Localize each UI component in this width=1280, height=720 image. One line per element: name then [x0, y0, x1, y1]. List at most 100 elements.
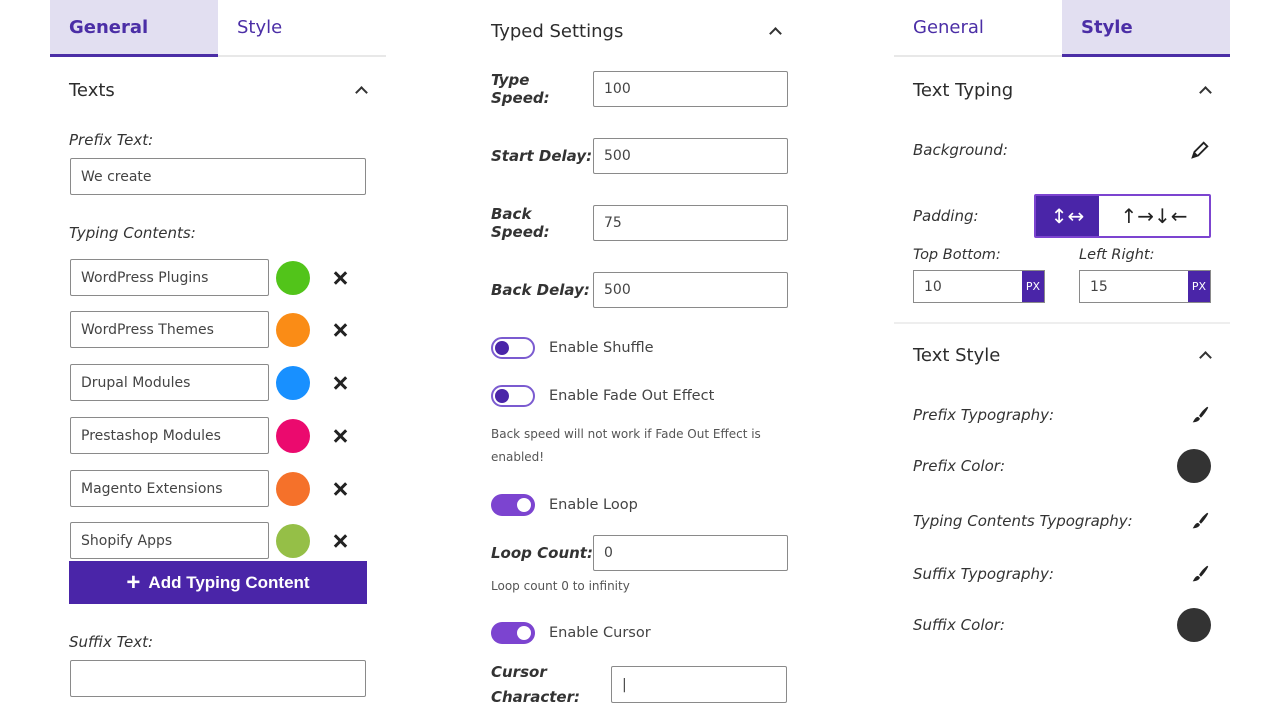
text-style-header[interactable]: Text Style	[894, 322, 1230, 388]
typing-typography-label: Typing Contents Typography:	[913, 512, 1133, 530]
cursor-label: Enable Cursor	[549, 625, 651, 641]
cursor-toggle-row: Enable Cursor	[491, 622, 651, 644]
back-delay-input[interactable]: 500	[593, 272, 788, 308]
padding-mode-toggle: ↕↔ ↑→↓←	[1034, 194, 1211, 238]
typing-content-row: Magento Extensions	[70, 470, 348, 507]
general-settings-panel: General Style Texts Prefix Text: We crea…	[50, 0, 386, 697]
remove-icon[interactable]	[332, 481, 348, 497]
cursor-character-input[interactable]: |	[611, 666, 787, 703]
suffix-color-label: Suffix Color:	[913, 616, 1005, 634]
suffix-typography-row: Suffix Typography:	[913, 562, 1211, 586]
typing-content-input[interactable]: Magento Extensions	[70, 470, 269, 507]
remove-icon[interactable]	[332, 533, 348, 549]
remove-icon[interactable]	[332, 428, 348, 444]
loop-count-row: Loop Count: 0	[491, 535, 788, 571]
loop-toggle[interactable]	[491, 494, 535, 516]
back-delay-row: Back Delay: 500	[491, 272, 788, 308]
typed-settings-header[interactable]: Typed Settings	[491, 0, 789, 62]
typing-content-row: WordPress Themes	[70, 311, 348, 348]
fade-out-label: Enable Fade Out Effect	[549, 388, 715, 404]
prefix-text-label: Prefix Text:	[69, 131, 154, 149]
unit-badge: PX	[1022, 271, 1044, 302]
style-settings-panel: General Style Text Typing Background: Pa…	[894, 0, 1230, 642]
type-speed-input[interactable]: 100	[593, 71, 788, 107]
paintbrush-icon[interactable]	[1189, 404, 1211, 426]
loop-count-label: Loop Count:	[491, 544, 593, 562]
tab-style[interactable]: Style	[1062, 0, 1230, 57]
padding-individual-option[interactable]: ↑→↓←	[1099, 196, 1209, 236]
tab-bar: General Style	[50, 0, 386, 57]
add-typing-content-label: Add Typing Content	[148, 572, 310, 592]
remove-icon[interactable]	[332, 375, 348, 391]
suffix-text-label: Suffix Text:	[69, 633, 154, 651]
top-bottom-field: 10 PX	[913, 270, 1045, 303]
typing-content-row: Drupal Modules	[70, 364, 348, 401]
fade-help-text: Back speed will not work if Fade Out Eff…	[491, 427, 761, 464]
prefix-text-input[interactable]: We create	[70, 158, 366, 195]
suffix-color-row: Suffix Color:	[913, 608, 1211, 642]
cursor-character-label: Cursor Character:	[491, 663, 580, 706]
texts-section-header[interactable]: Texts	[50, 57, 386, 123]
left-right-label: Left Right:	[1079, 247, 1155, 263]
back-delay-label: Back Delay:	[491, 281, 590, 299]
fade-toggle-row: Enable Fade Out Effect	[491, 385, 714, 407]
paintbrush-icon[interactable]	[1189, 563, 1211, 585]
section-title: Text Style	[913, 344, 1001, 366]
prefix-typography-label: Prefix Typography:	[913, 406, 1055, 424]
color-swatch[interactable]	[276, 312, 310, 347]
tab-general[interactable]: General	[50, 0, 218, 57]
start-delay-input[interactable]: 500	[593, 138, 788, 174]
color-swatch[interactable]	[276, 523, 310, 558]
padding-label: Padding:	[913, 207, 979, 225]
loop-toggle-row: Enable Loop	[491, 494, 638, 516]
top-bottom-input[interactable]: 10	[914, 271, 1022, 302]
plus-icon: +	[126, 568, 141, 596]
toggle-knob	[495, 341, 509, 355]
typing-typography-row: Typing Contents Typography:	[913, 509, 1211, 533]
typing-content-row: WordPress Plugins	[70, 259, 348, 296]
chevron-up-icon[interactable]	[769, 25, 781, 37]
background-row: Background:	[913, 138, 1211, 162]
pencil-icon[interactable]	[1189, 139, 1211, 161]
shuffle-toggle-row: Enable Shuffle	[491, 337, 654, 359]
tab-general[interactable]: General	[894, 0, 1062, 55]
typing-content-input[interactable]: WordPress Plugins	[70, 259, 269, 296]
chevron-up-icon[interactable]	[355, 84, 367, 96]
back-speed-row: Back Speed: 75	[491, 205, 788, 241]
typing-content-input[interactable]: Prestashop Modules	[70, 417, 269, 454]
unit-badge: PX	[1188, 271, 1210, 302]
remove-icon[interactable]	[332, 270, 348, 286]
typing-content-input[interactable]: Drupal Modules	[70, 364, 269, 401]
toggle-knob	[517, 626, 531, 640]
suffix-text-input[interactable]	[70, 660, 366, 697]
text-typing-header[interactable]: Text Typing	[894, 57, 1230, 123]
tab-style[interactable]: Style	[218, 0, 386, 55]
paintbrush-icon[interactable]	[1189, 510, 1211, 532]
top-bottom-label: Top Bottom:	[913, 247, 1001, 263]
suffix-color-swatch[interactable]	[1177, 608, 1211, 642]
section-title: Typed Settings	[491, 20, 624, 42]
color-swatch[interactable]	[276, 471, 310, 506]
fade-out-toggle[interactable]	[491, 385, 535, 407]
back-speed-label: Back Speed:	[491, 205, 550, 241]
padding-linked-option[interactable]: ↕↔	[1036, 196, 1099, 236]
prefix-color-swatch[interactable]	[1177, 449, 1211, 483]
typing-content-input[interactable]: WordPress Themes	[70, 311, 269, 348]
remove-icon[interactable]	[332, 322, 348, 338]
shuffle-toggle[interactable]	[491, 337, 535, 359]
color-swatch[interactable]	[276, 260, 310, 295]
add-typing-content-button[interactable]: + Add Typing Content	[69, 561, 367, 604]
start-delay-row: Start Delay: 500	[491, 138, 788, 174]
chevron-up-icon[interactable]	[1199, 349, 1211, 361]
chevron-up-icon[interactable]	[1199, 84, 1211, 96]
shuffle-label: Enable Shuffle	[549, 340, 654, 356]
typing-content-input[interactable]: Shopify Apps	[70, 522, 269, 559]
cursor-toggle[interactable]	[491, 622, 535, 644]
loop-count-input[interactable]: 0	[593, 535, 788, 571]
left-right-input[interactable]: 15	[1080, 271, 1188, 302]
color-swatch[interactable]	[276, 365, 310, 400]
color-swatch[interactable]	[276, 418, 310, 453]
typing-content-row: Shopify Apps	[70, 522, 348, 559]
suffix-typography-label: Suffix Typography:	[913, 565, 1054, 583]
back-speed-input[interactable]: 75	[593, 205, 788, 241]
